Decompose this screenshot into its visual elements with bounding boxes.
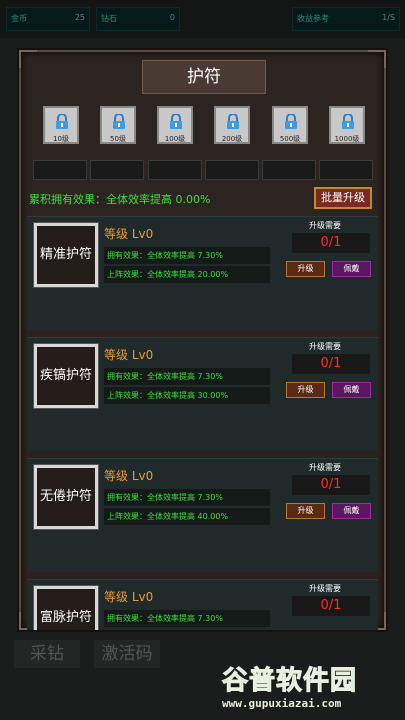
card-divider	[27, 330, 378, 337]
income-label: 收益参考	[297, 14, 329, 23]
amulet-name[interactable]: 无倦护符	[34, 465, 98, 529]
lock-slot-200[interactable]: 200级	[214, 106, 250, 144]
lock-slot-50[interactable]: 50级	[100, 106, 136, 144]
gold-value: 25	[74, 13, 85, 22]
equip-slot[interactable]	[33, 160, 87, 180]
amulet-list[interactable]: 精准护符 等级 Lv0 拥有效果：全体效率提高 7.30% 上阵效果：全体效率提…	[27, 216, 378, 630]
amulet-level: 等级 Lv0	[104, 227, 154, 241]
upgrade-req-label: 升级需要	[309, 221, 341, 230]
wear-button[interactable]: 佩戴	[332, 382, 371, 398]
upgrade-req-value: 0/1	[292, 596, 370, 616]
lock-level-label: 500级	[279, 135, 301, 143]
own-effect: 拥有效果：全体效率提高 7.30%	[104, 368, 270, 385]
lock-slot-10[interactable]: 10级	[43, 106, 79, 144]
amulet-panel: 护符 10级 50级 100级 200级 500级 1000级 累积拥有效果：全…	[19, 50, 386, 630]
gold-label: 金币	[11, 14, 27, 23]
deploy-effect: 上阵效果：全体效率提高 30.00%	[104, 387, 270, 404]
lock-level-label: 100级	[164, 135, 186, 143]
upgrade-button[interactable]: 升级	[286, 382, 325, 398]
upgrade-button[interactable]: 升级	[286, 261, 325, 277]
amulet-name[interactable]: 疾镐护符	[34, 344, 98, 408]
own-effect: 拥有效果：全体效率提高 7.30%	[104, 610, 270, 627]
amulet-card-precision: 精准护符 等级 Lv0 拥有效果：全体效率提高 7.30% 上阵效果：全体效率提…	[27, 216, 378, 330]
upgrade-button[interactable]: 升级	[286, 503, 325, 519]
diamond-value: 0	[169, 13, 175, 22]
amulet-name[interactable]: 富脉护符	[34, 586, 98, 630]
lock-level-label: 50级	[110, 135, 126, 143]
watermark-url: www.gupuxiazai.com	[222, 697, 342, 710]
amulet-card-swift-pick: 疾镐护符 等级 Lv0 拥有效果：全体效率提高 7.30% 上阵效果：全体效率提…	[27, 337, 378, 451]
amulet-level: 等级 Lv0	[104, 348, 154, 362]
corner-ornament	[19, 50, 37, 68]
upgrade-req-label: 升级需要	[309, 584, 341, 593]
lock-level-label: 1000级	[334, 135, 360, 143]
equip-slot[interactable]	[262, 160, 316, 180]
equip-slot[interactable]	[319, 160, 373, 180]
lock-level-label: 200级	[221, 135, 243, 143]
lock-icon	[285, 114, 297, 129]
card-divider	[27, 451, 378, 458]
top-status-bar: 金币 25 钻石 0 收益参考 1/S	[0, 0, 405, 38]
amulet-card-tireless: 无倦护符 等级 Lv0 拥有效果：全体效率提高 7.30% 上阵效果：全体效率提…	[27, 458, 378, 572]
lock-level-label: 10级	[53, 135, 69, 143]
wear-button[interactable]: 佩戴	[332, 503, 371, 519]
lock-slot-500[interactable]: 500级	[272, 106, 308, 144]
own-effect: 拥有效果：全体效率提高 7.30%	[104, 247, 270, 264]
deploy-effect: 上阵效果：全体效率提高 20.00%	[104, 266, 270, 283]
income-value: 1/S	[382, 13, 395, 22]
own-effect: 拥有效果：全体效率提高 7.30%	[104, 489, 270, 506]
lock-icon	[170, 114, 182, 129]
diamond-label: 钻石	[101, 14, 117, 23]
accumulated-effect-text: 累积拥有效果：全体效率提高 0.00%	[29, 193, 211, 206]
lock-slot-100[interactable]: 100级	[157, 106, 193, 144]
panel-title: 护符	[142, 60, 266, 94]
lock-slot-1000[interactable]: 1000级	[329, 106, 365, 144]
activation-code-button[interactable]: 激活码	[94, 640, 160, 668]
amulet-level: 等级 Lv0	[104, 590, 154, 604]
wear-button[interactable]: 佩戴	[332, 261, 371, 277]
mine-diamond-button[interactable]: 采钻	[14, 640, 80, 668]
corner-ornament	[368, 50, 386, 68]
lock-icon	[113, 114, 125, 129]
diamond-stat: 钻石 0	[96, 7, 180, 31]
batch-upgrade-button[interactable]: 批量升级	[314, 187, 372, 209]
upgrade-req-value: 0/1	[292, 475, 370, 495]
lock-icon	[342, 114, 354, 129]
gold-stat: 金币 25	[6, 7, 90, 31]
amulet-card-rich-vein: 富脉护符 等级 Lv0 拥有效果：全体效率提高 7.30% 升级需要 0/1	[27, 579, 378, 630]
equip-slot[interactable]	[90, 160, 144, 180]
upgrade-req-value: 0/1	[292, 233, 370, 253]
watermark-logo: 谷普软件园 www.gupuxiazai.com	[221, 660, 402, 718]
upgrade-req-label: 升级需要	[309, 463, 341, 472]
lock-icon	[56, 114, 68, 129]
upgrade-req-label: 升级需要	[309, 342, 341, 351]
watermark-text: 谷普软件园	[221, 666, 358, 697]
card-divider	[27, 572, 378, 579]
equip-slot[interactable]	[205, 160, 259, 180]
amulet-name[interactable]: 精准护符	[34, 223, 98, 287]
income-stat: 收益参考 1/S	[292, 7, 400, 31]
deploy-effect: 上阵效果：全体效率提高 40.00%	[104, 508, 270, 525]
equip-slot[interactable]	[148, 160, 202, 180]
amulet-level: 等级 Lv0	[104, 469, 154, 483]
upgrade-req-value: 0/1	[292, 354, 370, 374]
lock-icon	[227, 114, 239, 129]
